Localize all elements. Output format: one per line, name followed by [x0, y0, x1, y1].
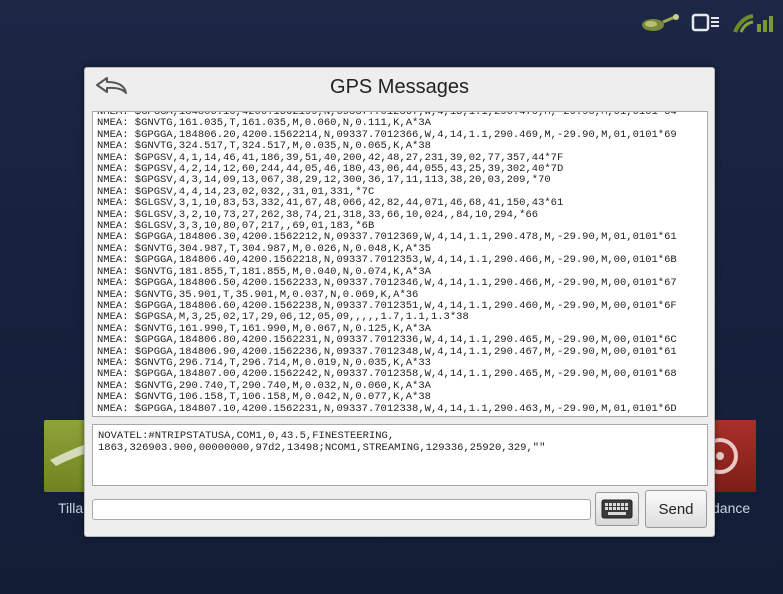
back-arrow-icon — [96, 77, 127, 94]
keyboard-icon — [601, 499, 633, 519]
nmea-log-line: NMEA: $GNVTG,324.517,T,324.517,M,0.035,N… — [97, 140, 431, 153]
dialog-header: GPS Messages — [85, 68, 714, 106]
guidance-tile-label: dance — [712, 500, 751, 516]
nmea-log-list: NMEA: $GPGGA,184806.10,4200.1562199,N,09… — [97, 112, 703, 415]
send-button[interactable]: Send — [645, 490, 707, 528]
wifi-signal-icon[interactable] — [731, 10, 775, 41]
dialog-title: GPS Messages — [330, 75, 469, 98]
gps-messages-dialog: GPS Messages NMEA: $GPGGA,184806.10,4200… — [84, 67, 715, 537]
status-bar — [639, 8, 775, 42]
nmea-log-line: NMEA: $GPGSA,M,3,25,02,17,29,06,12,05,09… — [97, 311, 469, 324]
nmea-log-line: NMEA: $GPGGA,184807.10,4200.1562231,N,09… — [97, 402, 677, 415]
keyboard-button[interactable] — [595, 492, 639, 526]
nmea-log-line: NMEA: $GPGGA,184806.40,4200.1562218,N,09… — [97, 254, 677, 267]
command-input[interactable] — [92, 499, 591, 520]
receiver-response-panel[interactable]: NOVATEL:#NTRIPSTATUSA,COM1,0,43.5,FINEST… — [92, 424, 708, 486]
tillage-tile-label: Tilla — [58, 500, 84, 516]
satellite-antenna-icon[interactable] — [639, 12, 681, 39]
nmea-log-line: NMEA: $GNVTG,106.158,T,106.158,M,0.042,N… — [97, 391, 431, 404]
back-button[interactable] — [91, 72, 135, 102]
nmea-log-line: NMEA: $GPGGA,184806.80,4200.1562231,N,09… — [97, 334, 677, 347]
display-icon[interactable] — [691, 12, 721, 39]
nmea-log-line: NMEA: $GPGGA,184806.50,4200.1562233,N,09… — [97, 277, 677, 290]
nmea-log-panel[interactable]: NMEA: $GPGGA,184806.10,4200.1562199,N,09… — [92, 111, 708, 417]
nmea-log-line: NMEA: $GLGSV,3,1,10,83,53,332,41,67,48,0… — [97, 197, 564, 210]
